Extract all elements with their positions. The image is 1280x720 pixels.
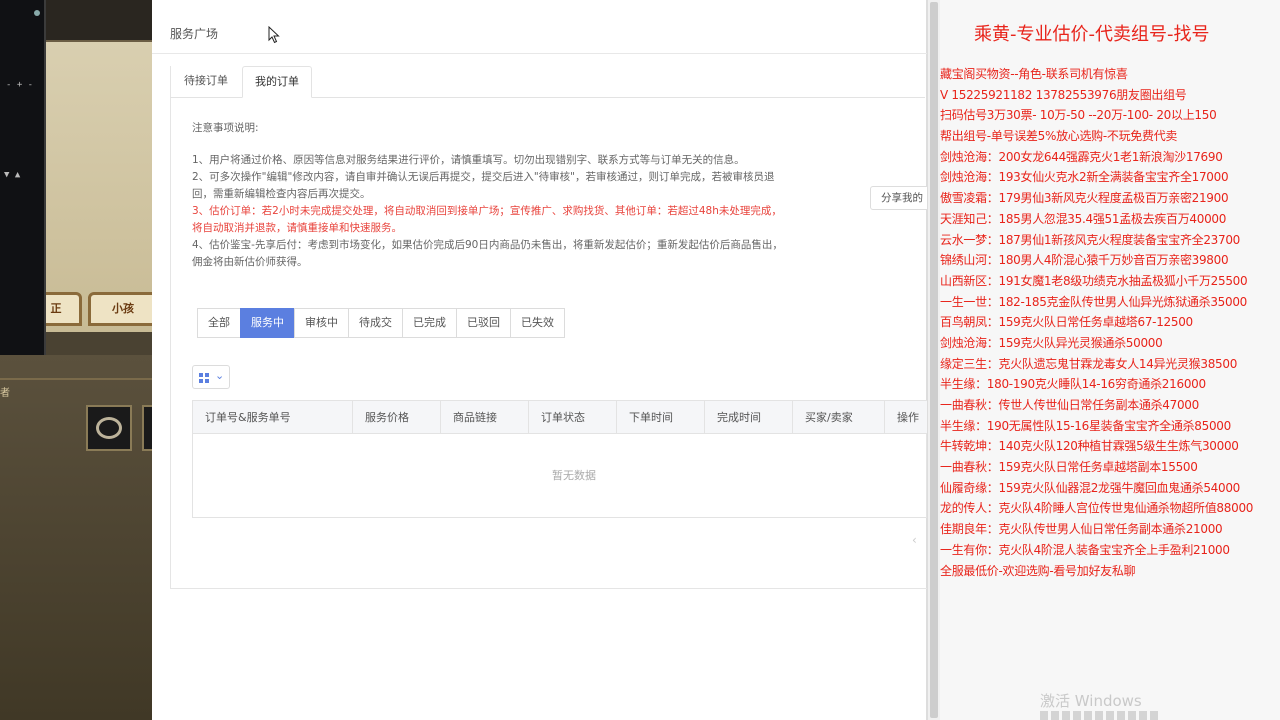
ad-line: 缘定三生：克火队遗忘鬼甘霖龙毒女人14异光灵猴38500: [940, 356, 1238, 371]
filter-all[interactable]: 全部: [197, 308, 241, 338]
column-header-finish-time[interactable]: 完成时间: [705, 401, 793, 434]
column-header-link[interactable]: 商品链接: [441, 401, 529, 434]
game-parchment-panel: [46, 42, 152, 332]
column-header-actions[interactable]: 操作: [885, 401, 928, 434]
ad-line: 半生缘：180-190克火睡队14-16穷奇通杀216000: [940, 377, 1206, 392]
ad-line: 剑烛沧海：200女龙644强霹克火1老1新浪淘沙17690: [940, 149, 1223, 164]
game-tab-2[interactable]: 小孩: [88, 292, 152, 326]
tab-pending-orders[interactable]: 待接订单: [170, 66, 242, 98]
ad-line: 全服最低价-欢迎选购-看号加好友私聊: [940, 563, 1136, 578]
panel-header: 服务广场: [152, 0, 927, 54]
filter-completed[interactable]: 已完成: [402, 308, 457, 338]
ad-line: 剑烛沧海：193女仙火克水2新全满装备宝宝齐全17000: [940, 170, 1229, 185]
page-title: 服务广场: [170, 27, 219, 41]
ad-line: 牛转乾坤：140克火队120种植甘霖强5级生生炼气30000: [940, 439, 1239, 454]
empty-state-text: 暂无数据: [552, 469, 596, 482]
windows-activation-watermark: 激活 Windows: [1040, 692, 1142, 710]
ring-icon: [96, 417, 122, 439]
notice-line: 佣金将由新估价师获得。: [192, 256, 308, 268]
ad-line: 锦绣山河：180男人4阶混心猿千万妙音百万亲密39800: [940, 253, 1229, 268]
filter-reviewing[interactable]: 审核中: [294, 308, 349, 338]
notice-line: 2、可多次操作"编辑"修改内容，请自审并确认无误后再提交，提交后进入"待审核"，…: [192, 171, 775, 183]
game-divider: [0, 378, 152, 380]
ad-line: 一生有你：克火队4阶混人装备宝宝齐全上手盈利21000: [940, 542, 1230, 557]
column-header-order-no[interactable]: 订单号&服务单号: [193, 401, 353, 434]
ad-line: 佳期良年：克火队传世男人仙日常任务副本通杀21000: [940, 522, 1223, 537]
notice-line-warning: 将自动取消并退款，请慎重接单和快速服务。: [192, 222, 402, 234]
orders-table: 订单号&服务单号 服务价格 商品链接 订单状态 下单时间 完成时间 买家/卖家 …: [192, 400, 928, 518]
ad-line: 山西新区：191女魔1老8级功绩克水抽孟极狐小千万25500: [940, 273, 1248, 288]
filter-expired[interactable]: 已失效: [510, 308, 565, 338]
filter-pending-deal[interactable]: 待成交: [348, 308, 403, 338]
notice-line: 4、估价鉴宝-先享后付：考虑到市场变化，如果估价完成后90日内商品仍未售出，将重…: [192, 239, 783, 251]
tab-my-orders[interactable]: 我的订单: [242, 66, 312, 98]
filter-rejected[interactable]: 已驳回: [456, 308, 511, 338]
ad-title: 乘黄-专业估价-代卖组号-找号: [974, 24, 1210, 45]
game-glyphs-2: ▼ ▲: [4, 170, 21, 180]
filter-in-service[interactable]: 服务中: [240, 308, 295, 338]
ad-line: 天涯知己：185男人忽混35.4强51孟极去疾百万40000: [940, 211, 1227, 226]
column-header-price[interactable]: 服务价格: [353, 401, 441, 434]
ad-line: 龙的传人：克火队4阶睡人宫位传世鬼仙通杀物超所值88000: [940, 501, 1254, 516]
status-dot-icon: [34, 10, 40, 16]
column-header-order-time[interactable]: 下单时间: [617, 401, 705, 434]
vertical-scrollbar[interactable]: [927, 0, 940, 720]
ad-line: 藏宝阁买物资--角色-联系司机有惊喜: [940, 67, 1128, 81]
ad-panel: 乘黄-专业估价-代卖组号-找号 藏宝阁买物资--角色-联系司机有惊喜 V 152…: [940, 0, 1280, 720]
game-item-slot-2[interactable]: [142, 405, 152, 451]
content-border: [170, 66, 171, 588]
ad-list: 藏宝阁买物资--角色-联系司机有惊喜 V 15225921182 1378255…: [940, 64, 1280, 581]
notice-section: 注意事项说明: 1、用户将通过价格、原因等信息对服务结果进行评价，请慎重填写。切…: [192, 120, 882, 271]
column-header-buyer-seller[interactable]: 买家/卖家: [793, 401, 885, 434]
ad-line: 一曲春秋：传世人传世仙日常任务副本通杀47000: [940, 398, 1199, 412]
ad-line: 一生一世：182-185克金队传世男人仙异光炼狱通杀35000: [940, 294, 1248, 309]
ad-line: 百鸟朝凤：159克火队日常任务卓越塔67-12500: [940, 315, 1193, 330]
ad-line: 云水一梦：187男仙1新孩风克火程度装备宝宝齐全23700: [940, 232, 1241, 247]
game-item-slot[interactable]: [86, 405, 132, 451]
game-dark-panel: - + - ▼ ▲: [0, 0, 46, 355]
notice-line: 回，需重新编辑检查内容后再次提交。: [192, 188, 371, 200]
notice-line-warning: 3、估价订单：若2小时未完成提交处理，将自动取消回到接单广场；宣传推广、求购找货…: [192, 205, 782, 217]
column-toggle-button[interactable]: ⌄: [192, 365, 230, 389]
prev-page-icon[interactable]: ‹: [912, 533, 917, 547]
game-lower-label: 者: [0, 388, 10, 399]
column-header-status[interactable]: 订单状态: [529, 401, 617, 434]
ad-line: 一曲春秋：159克火队日常任务卓越塔副本15500: [940, 460, 1198, 475]
mouse-cursor-icon: [268, 26, 280, 44]
ad-line: V 15225921182 13782553976朋友圈出组号: [940, 87, 1187, 102]
watermark-subtext: [1040, 711, 1160, 720]
status-filter-group: 全部 服务中 审核中 待成交 已完成 已驳回 已失效: [197, 308, 565, 338]
table-header: 订单号&服务单号 服务价格 商品链接 订单状态 下单时间 完成时间 买家/卖家 …: [193, 401, 928, 434]
ad-line: 半生缘：190无属性队15-16星装备宝宝齐全通杀85000: [940, 418, 1231, 433]
notice-line: 1、用户将通过价格、原因等信息对服务结果进行评价，请慎重填写。切勿出现错别字、联…: [192, 154, 745, 166]
ad-line: 扫码估号3万30票- 10万-50 --20万-100- 20以上150: [940, 108, 1217, 123]
ad-line: 仙履奇缘：159克火队仙器混2龙强牛魔回血鬼通杀54000: [940, 480, 1241, 495]
ad-line: 傲雪凌霜：179男仙3新风克火程度孟极百万亲密21900: [940, 191, 1229, 206]
ad-line: 帮出组号-单号误差5%放心选购-不玩免费代卖: [940, 129, 1178, 144]
ad-line: 剑烛沧海：159克火队异光灵猴通杀50000: [940, 335, 1163, 350]
game-glyphs: - + -: [6, 80, 34, 90]
share-button[interactable]: 分享我的: [870, 186, 930, 210]
content-bottom-border: [170, 588, 927, 589]
grid-icon: [199, 373, 209, 383]
scrollbar-thumb[interactable]: [930, 2, 938, 718]
game-background: 正 小孩 - + - ▼ ▲ 者: [0, 0, 152, 720]
service-panel: 服务广场 待接订单 我的订单 注意事项说明: 1、用户将通过价格、原因等信息对服…: [152, 0, 930, 720]
notice-heading: 注意事项说明:: [192, 122, 259, 134]
order-tabs: 待接订单 我的订单: [170, 66, 925, 98]
chevron-down-icon: ⌄: [215, 369, 225, 382]
